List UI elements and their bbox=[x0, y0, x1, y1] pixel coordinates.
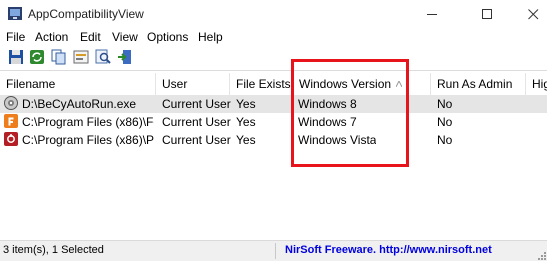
refresh-icon[interactable] bbox=[29, 49, 45, 65]
resize-grip-icon[interactable] bbox=[536, 250, 546, 260]
copy-icon[interactable] bbox=[51, 49, 67, 65]
column-user[interactable]: User bbox=[156, 73, 230, 95]
cell-user: Current User bbox=[162, 115, 231, 129]
menu-file[interactable]: File bbox=[6, 30, 25, 44]
column-file-exists[interactable]: File Exists bbox=[230, 73, 293, 95]
red-app-icon bbox=[4, 132, 18, 146]
minimize-button[interactable] bbox=[409, 0, 455, 28]
cell-user: Current User bbox=[162, 97, 231, 111]
column-windows-version-label: Windows Version bbox=[299, 77, 392, 91]
toolbar bbox=[0, 47, 547, 71]
close-button[interactable] bbox=[510, 0, 547, 28]
orange-app-icon bbox=[4, 114, 18, 128]
cell-filename: D:\BeCyAutoRun.exe bbox=[22, 97, 137, 111]
cell-run-as-admin: No bbox=[437, 97, 453, 111]
cell-run-as-admin: No bbox=[437, 133, 453, 147]
window-title: AppCompatibilityView bbox=[28, 7, 144, 21]
minimize-icon bbox=[427, 14, 437, 15]
properties-icon[interactable] bbox=[73, 49, 89, 65]
cell-file-exists: Yes bbox=[236, 97, 256, 111]
table-row[interactable]: D:\BeCyAutoRun.exe Current User Yes Wind… bbox=[0, 95, 547, 113]
disc-icon bbox=[4, 96, 18, 110]
status-divider bbox=[275, 243, 276, 259]
save-icon[interactable] bbox=[8, 49, 24, 65]
table-row[interactable]: C:\Program Files (x86)\Fo... Current Use… bbox=[0, 113, 547, 131]
find-icon[interactable] bbox=[95, 49, 111, 65]
column-windows-version[interactable]: Windows Version bbox=[293, 73, 431, 95]
exit-icon[interactable] bbox=[117, 49, 133, 65]
cell-user: Current User bbox=[162, 133, 231, 147]
menu-edit[interactable]: Edit bbox=[80, 30, 101, 44]
status-item-count: 3 item(s), 1 Selected bbox=[3, 244, 104, 256]
column-header: Filename User File Exists Windows Versio… bbox=[0, 73, 547, 96]
title-bar: AppCompatibilityView bbox=[0, 0, 547, 28]
column-high[interactable]: Hig bbox=[526, 73, 547, 95]
cell-windows-version: Windows Vista bbox=[298, 133, 377, 147]
menu-bar: File Action Edit View Options Help bbox=[0, 28, 547, 47]
maximize-button[interactable] bbox=[464, 0, 510, 28]
cell-filename: C:\Program Files (x86)\PD... bbox=[22, 133, 154, 147]
cell-file-exists: Yes bbox=[236, 115, 256, 129]
table-row[interactable]: C:\Program Files (x86)\PD... Current Use… bbox=[0, 131, 547, 149]
column-run-as-admin[interactable]: Run As Admin bbox=[431, 73, 526, 95]
close-icon bbox=[528, 9, 539, 20]
app-icon bbox=[8, 7, 22, 20]
cell-filename: C:\Program Files (x86)\Fo... bbox=[22, 115, 154, 129]
menu-action[interactable]: Action bbox=[35, 30, 68, 44]
cell-windows-version: Windows 7 bbox=[298, 115, 357, 129]
nirsoft-link[interactable]: NirSoft Freeware. http://www.nirsoft.net bbox=[285, 244, 492, 256]
menu-help[interactable]: Help bbox=[198, 30, 223, 44]
menu-view[interactable]: View bbox=[112, 30, 138, 44]
column-filename[interactable]: Filename bbox=[0, 73, 156, 95]
status-bar: 3 item(s), 1 Selected NirSoft Freeware. … bbox=[0, 240, 547, 261]
cell-windows-version: Windows 8 bbox=[298, 97, 357, 111]
menu-options[interactable]: Options bbox=[147, 30, 188, 44]
cell-file-exists: Yes bbox=[236, 133, 256, 147]
sort-arrow-icon bbox=[396, 81, 402, 87]
cell-run-as-admin: No bbox=[437, 115, 453, 129]
maximize-icon bbox=[482, 9, 492, 19]
